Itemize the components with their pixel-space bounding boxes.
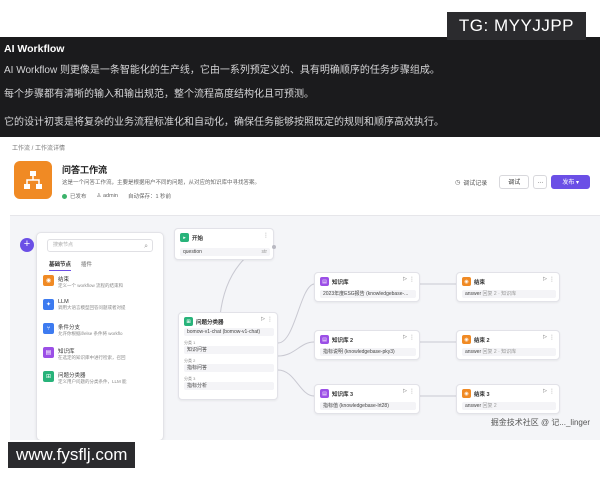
node-search-input[interactable]: 搜索节点 ⌕ bbox=[47, 239, 153, 252]
url-watermark: www.fysflj.com bbox=[8, 442, 136, 468]
node-menu-icon[interactable]: ⋮ bbox=[263, 232, 269, 239]
intro-line-3: 它的设计初衷是将复杂的业务流程标准化和自动化，确保任务能够按照既定的规则和顺序高… bbox=[4, 117, 444, 128]
case-2: 指标问答 bbox=[184, 364, 274, 372]
end-node-1[interactable]: ◉ 结束 ▷ ⋮ answer 回复 2 · 知识库 bbox=[456, 272, 560, 302]
book-icon: ▤ bbox=[320, 335, 329, 344]
node-menu-icon[interactable]: ⋮ bbox=[267, 316, 273, 323]
classifier-model: bomow-v1-chat (bomow-v1-chat) bbox=[184, 328, 274, 336]
status-badge: 已发布 bbox=[62, 192, 87, 200]
start-field: question str bbox=[180, 248, 270, 256]
workflow-title: 问答工作流 bbox=[62, 165, 108, 175]
node-menu-icon[interactable]: ⋮ bbox=[549, 334, 555, 341]
debug-log-link[interactable]: ◷ 调试记录 bbox=[455, 178, 487, 187]
end-icon: ◉ bbox=[462, 277, 471, 286]
branch-icon: ⑂ bbox=[43, 323, 54, 334]
classifier-icon: ⊞ bbox=[184, 317, 193, 326]
case-3: 指标分析 bbox=[184, 382, 274, 390]
workflow-app: 工作流 / 工作流详情 问答工作流 这是一个问答工作流，主要是根据用户不同的问题… bbox=[0, 137, 600, 441]
classifier-node[interactable]: ⊞ 问题分类器 ▷ ⋮ bomow-v1-chat (bomow-v1-chat)… bbox=[178, 312, 278, 400]
tab-basic-nodes[interactable]: 基础节点 bbox=[49, 260, 72, 271]
end-icon: ◉ bbox=[43, 275, 54, 286]
autosave-status: 自动保存：1 秒前 bbox=[127, 194, 172, 200]
more-button[interactable]: ··· bbox=[533, 175, 548, 189]
run-icon[interactable]: ▷ bbox=[403, 276, 407, 282]
node-item-knowledge[interactable]: ▤ 知识库 在选定的知识库中进行检索，召回 bbox=[43, 345, 159, 369]
search-icon: ⌕ bbox=[144, 243, 148, 250]
book-icon: ▤ bbox=[320, 389, 329, 398]
workflow-description: 这是一个问答工作流，主要是根据用户不同的问题，从对应的知识库中寻找答案。 bbox=[62, 180, 261, 186]
publish-button[interactable]: 发布 ▾ bbox=[551, 175, 590, 189]
node-menu-icon[interactable]: ⋮ bbox=[409, 388, 415, 395]
workflow-meta: 已发布 ♙ admin 自动保存：1 秒前 bbox=[62, 192, 171, 200]
tg-watermark: TG: MYYJJPP bbox=[446, 12, 586, 40]
run-icon[interactable]: ▷ bbox=[543, 388, 547, 394]
end-node-2[interactable]: ◉ 结束 2 ▷ ⋮ answer 回复 2 · 知识库 bbox=[456, 330, 560, 360]
node-menu-icon[interactable]: ⋮ bbox=[549, 388, 555, 395]
book-icon: ▤ bbox=[43, 347, 54, 358]
intro-line-1: AI Workflow 则更像是一条智能化的生产线，它由一系列预定义的、具有明确… bbox=[4, 65, 440, 76]
start-icon: ▸ bbox=[180, 233, 189, 242]
node-menu-icon[interactable]: ⋮ bbox=[409, 334, 415, 341]
author: ♙ admin bbox=[96, 193, 118, 199]
breadcrumb[interactable]: 工作流 / 工作流详情 bbox=[12, 143, 65, 152]
intro-title: AI Workflow bbox=[4, 43, 65, 55]
workflow-icon bbox=[14, 161, 52, 199]
intro-panel: AI Workflow AI Workflow 则更像是一条智能化的生产线，它由… bbox=[0, 37, 600, 137]
run-icon[interactable]: ▷ bbox=[403, 334, 407, 340]
book-icon: ▤ bbox=[320, 277, 329, 286]
llm-icon: ✦ bbox=[43, 299, 54, 310]
node-item-end[interactable]: ◉ 结束 定义一个 workflow 流程的结束和 bbox=[43, 273, 159, 297]
header-actions: ◷ 调试记录 调试 ··· 发布 ▾ bbox=[455, 175, 590, 189]
node-menu-icon[interactable]: ⋮ bbox=[549, 276, 555, 283]
run-icon[interactable]: ▷ bbox=[543, 334, 547, 340]
clock-icon: ◷ bbox=[455, 179, 461, 186]
node-item-condition[interactable]: ⑂ 条件分支 允许你根据if/else 条件将 workflo bbox=[43, 321, 159, 345]
debug-button[interactable]: 调试 bbox=[499, 175, 530, 189]
workflow-canvas[interactable]: + 搜索节点 ⌕ 基础节点 插件 ◉ 结束 定义一个 workflow 流程的结束… bbox=[10, 215, 600, 441]
start-node[interactable]: ▸ 开始 ⋮ question str bbox=[174, 228, 276, 260]
knowledge-node-3[interactable]: ▤ 知识库 3 ▷ ⋮ 指标值 (knowledgebase-lrt28) bbox=[314, 384, 420, 414]
output-port[interactable] bbox=[272, 245, 276, 249]
workflow-header: 问答工作流 这是一个问答工作流，主要是根据用户不同的问题，从对应的知识库中寻找答… bbox=[10, 155, 600, 203]
run-icon[interactable]: ▷ bbox=[261, 316, 265, 322]
community-watermark: 掘金技术社区 @ 记..._linger bbox=[490, 418, 590, 427]
add-node-button[interactable]: + bbox=[20, 238, 34, 252]
end-icon: ◉ bbox=[462, 335, 471, 344]
end-node-3[interactable]: ◉ 结束 3 ▷ ⋮ answer 回复 2 bbox=[456, 384, 560, 414]
intro-line-2: 每个步骤都有清晰的输入和输出规范，整个流程高度结构化且可预测。 bbox=[4, 89, 314, 100]
tab-plugins[interactable]: 插件 bbox=[81, 260, 92, 271]
run-icon[interactable]: ▷ bbox=[543, 276, 547, 282]
classifier-icon: ⊞ bbox=[43, 371, 54, 382]
knowledge-node-2[interactable]: ▤ 知识库 2 ▷ ⋮ 指标说明 (knowledgebase-pky3) bbox=[314, 330, 420, 360]
node-item-classifier[interactable]: ⊞ 问题分类器 定义用户问题的分类条件，LLM 能 bbox=[43, 369, 159, 393]
node-tabs: 基础节点 插件 bbox=[49, 260, 92, 271]
knowledge-node-1[interactable]: ▤ 知识库 ▷ ⋮ 2023年度ESG报告 (knowledgebase-... bbox=[314, 272, 420, 302]
node-library-panel: 搜索节点 ⌕ 基础节点 插件 ◉ 结束 定义一个 workflow 流程的结束和 … bbox=[36, 232, 164, 441]
end-icon: ◉ bbox=[462, 389, 471, 398]
node-menu-icon[interactable]: ⋮ bbox=[409, 276, 415, 283]
run-icon[interactable]: ▷ bbox=[403, 388, 407, 394]
case-1: 知识问答 bbox=[184, 346, 274, 354]
status-dot-icon bbox=[62, 194, 67, 200]
screenshot-root: AI Workflow AI Workflow 则更像是一条智能化的生产线，它由… bbox=[0, 0, 600, 480]
node-item-llm[interactable]: ✦ LLM 调用大语言模型回答问题或者对提 bbox=[43, 297, 159, 321]
node-list: ◉ 结束 定义一个 workflow 流程的结束和 ✦ LLM 调用大语言模型回答问… bbox=[43, 273, 159, 393]
